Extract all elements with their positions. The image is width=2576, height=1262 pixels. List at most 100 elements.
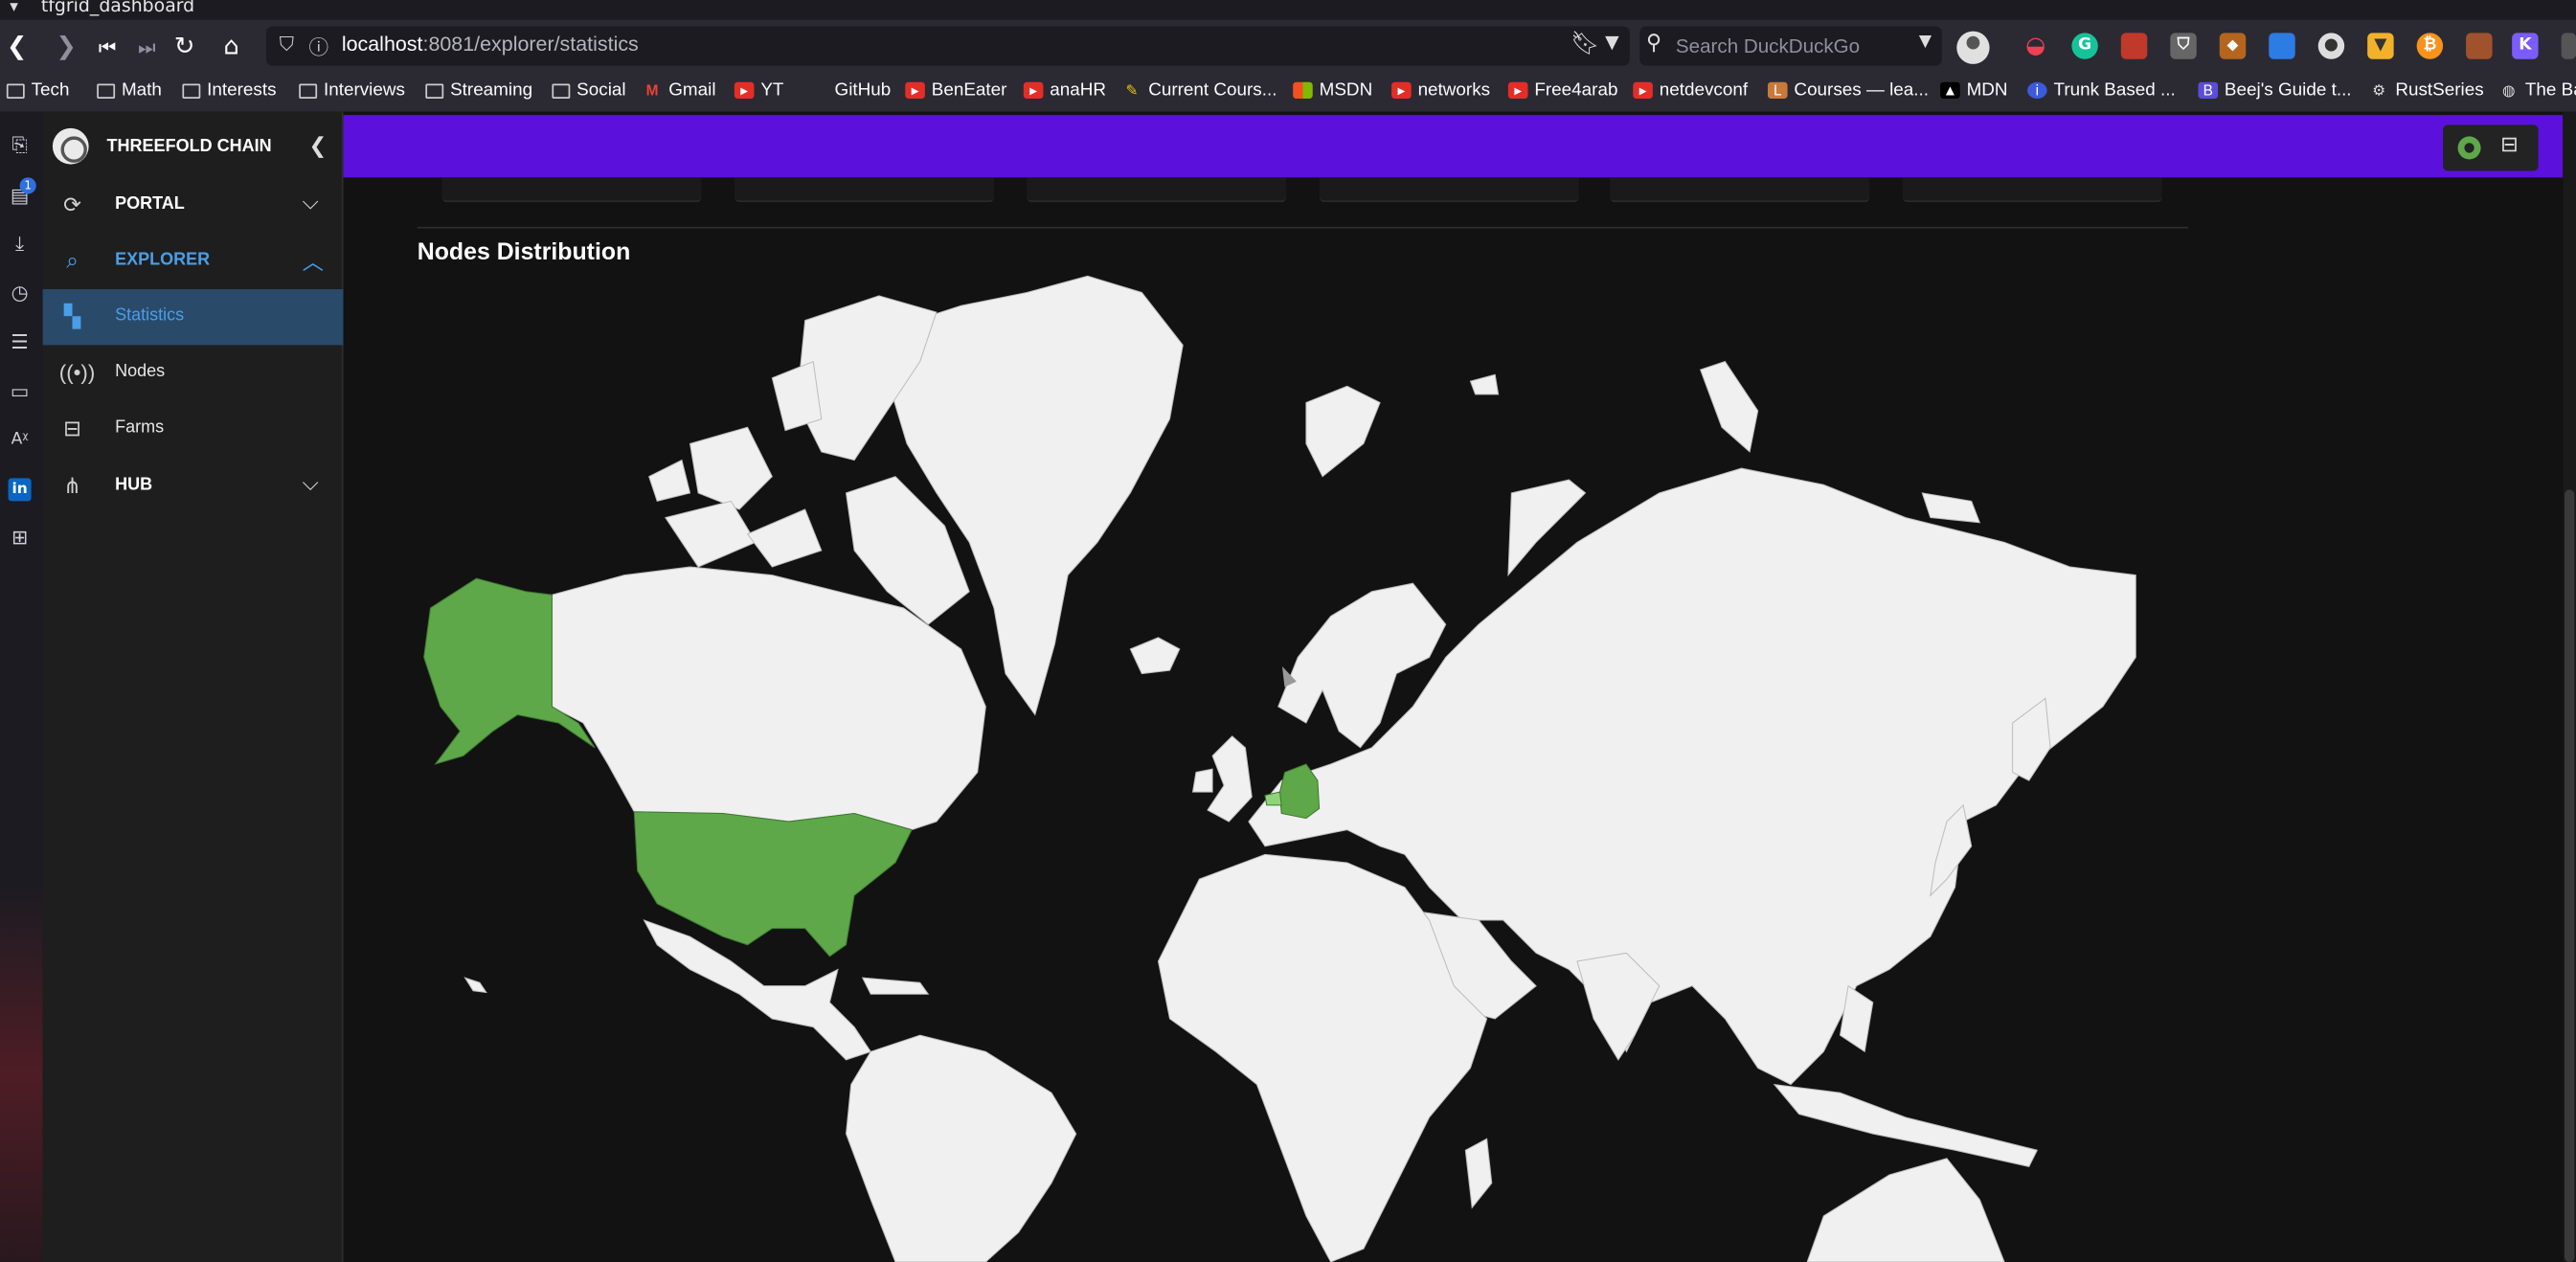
bookmark-label: Streaming [450,80,533,101]
search-icon: ⚲ [1646,31,1662,56]
bookmark-tech[interactable]: Tech [6,80,70,101]
extension-cookie-icon[interactable] [2466,33,2493,59]
bookmarks-sidebar-icon[interactable]: ⎘ [9,133,32,156]
farms-icon: ⊟ [63,416,81,440]
extension-overflow-icon[interactable] [2561,33,2576,59]
bookmark-beneater[interactable]: ▸ BenEater [905,80,1006,101]
search-box[interactable]: ⚲ Search DuckDuckGo ▼ [1639,26,1942,66]
map-indonesia [1773,1083,2039,1168]
url-dropdown-icon[interactable]: ▼ [1605,32,1619,53]
pocket-icon[interactable]: ◒ [2022,33,2048,58]
stat-card [1319,177,1579,203]
chevron-up-icon: ︿ [302,249,324,275]
forward-icon[interactable]: ❯ [56,33,77,58]
bookmark-netdevconf[interactable]: ▸ netdevconf [1633,80,1748,101]
app-menu-icon[interactable]: ▾ [10,0,18,16]
bookmark-interviews[interactable]: Interviews [299,80,405,101]
bookmark-label: Trunk Based ... [2053,80,2176,101]
youtube-icon: ▸ [1507,81,1528,99]
nav-nodes[interactable]: ((•)) Nodes [43,345,344,400]
bookmark-free4arab[interactable]: ▸ Free4arab [1507,80,1618,101]
microsoft-icon [1293,81,1313,99]
bookmark-interests[interactable]: Interests [182,80,277,101]
portal-icon: ⟳ [63,192,81,217]
extension-brave-icon[interactable]: ▼ [2367,33,2394,59]
extension-shield-icon[interactable]: ⛉ [2170,33,2197,59]
bookmark-label: Free4arab [1534,80,1618,101]
extension-blue-icon[interactable] [2269,33,2295,59]
first-page-icon[interactable]: ⏮ [99,34,117,60]
bookmark-rustseries[interactable]: ⚙ RustSeries [2369,80,2483,101]
nav-drawer: THREEFOLD CHAIN ❮ ⟳ PORTAL ⌵ ⌕ EXPLORER … [42,111,344,1262]
shield-icon[interactable]: ⛉ [280,33,294,57]
bookmark-streaming[interactable]: Streaming [425,80,532,101]
nav-portal[interactable]: ⟳ PORTAL ⌵ [43,177,344,233]
last-page-icon[interactable]: ⏭ [138,34,156,60]
extension-coin-icon[interactable]: ₿ [2416,33,2444,59]
reload-icon[interactable]: ↻ [174,33,195,58]
map-australia [1806,1158,2005,1262]
bookmark-trunk-based[interactable]: i Trunk Based ... [2027,80,2176,101]
extension-red-icon[interactable] [2120,33,2148,59]
extension-k-icon[interactable]: K [2512,33,2539,59]
nav-hub[interactable]: ⋔ HUB ⌵ [43,459,344,514]
collapse-drawer-icon[interactable]: ❮ [309,133,328,159]
bookmark-gmail[interactable]: M Gmail [643,80,716,101]
bookmark-courses-learn[interactable]: L Courses — lea... [1767,80,1929,101]
url-host: localhost [341,33,423,56]
notes-icon[interactable]: ☰ [9,330,32,353]
bookmark-mdn[interactable]: ▲ MDN [1940,80,2008,101]
bookmark-label: MDN [1966,80,2008,101]
history-icon[interactable]: ◷ [9,281,32,304]
bookmark-github[interactable]: GitHub [808,80,892,101]
nav-explorer[interactable]: ⌕ EXPLORER ︿ [43,234,344,289]
page-scrollbar[interactable] [2563,111,2576,1262]
map-arctic-isle [746,508,823,568]
bookmark-label: Tech [31,80,70,101]
search-dropdown-icon[interactable]: ▼ [1919,33,1932,51]
back-icon[interactable]: ❮ [7,33,28,58]
top-bar-actions: ⊟ [2443,124,2539,171]
home-icon[interactable]: ⌂ [223,33,238,58]
map-uk [1207,735,1253,823]
window-title: tfgrid_dashboard [40,0,195,17]
bookmark-anahr[interactable]: ▸ anaHR [1023,80,1106,101]
url-bar[interactable]: ⛉ ⓘ localhost:8081/explorer/statistics 🔖… [265,26,1630,66]
map-south-america [846,1034,1077,1262]
bookmark-social[interactable]: Social [552,80,626,101]
bookmark-label: YT [760,80,784,101]
translate-icon[interactable]: Aᵡ [9,429,32,452]
github-icon [808,82,828,99]
url-text[interactable]: localhost:8081/explorer/statistics [342,33,639,56]
download-icon[interactable]: ⤓ [9,232,32,255]
nav-label: PORTAL [115,193,185,214]
info-icon[interactable]: ⓘ [309,33,329,60]
bookmark-icon[interactable]: 🔖︎ [1570,32,1600,57]
bookmark-yt[interactable]: ▸ YT [734,80,784,101]
bookmark-the-ba[interactable]: ◍ The Ba [2498,80,2576,101]
extension-fox-icon[interactable]: ◆ [2219,33,2247,59]
linkedin-icon[interactable]: in [8,478,32,502]
stat-card [734,177,994,203]
status-indicator-icon[interactable] [2457,136,2481,160]
grammarly-icon[interactable]: G [2071,33,2098,59]
world-map [423,275,2136,1262]
map-ireland [1191,768,1213,793]
bookmark-networks[interactable]: ▸ networks [1391,80,1490,101]
wallet-icon[interactable]: ▭ [9,379,32,402]
bookmark-math[interactable]: Math [97,80,162,101]
scrollbar-thumb[interactable] [2565,489,2575,1262]
bookmark-msdn[interactable]: MSDN [1293,80,1372,101]
extension-circle-icon[interactable]: ● [2317,33,2345,59]
bookmark-current-courses[interactable]: ✎ Current Cours... [1122,80,1277,101]
nav-statistics[interactable]: ▚ Statistics [42,289,344,346]
bookmark-beej[interactable]: B Beej's Guide t... [2198,80,2352,101]
nav-farms[interactable]: ⊟ Farms [43,401,344,457]
notification-badge: 1 [19,177,36,194]
folder-icon [6,82,25,99]
add-panel-icon[interactable]: ⊞ [9,526,32,549]
bookmark-label: Beej's Guide t... [2224,80,2352,101]
account-avatar[interactable] [1956,31,1990,64]
network-icon[interactable]: ⊟ [2500,133,2519,158]
browser-toolbar: ❮ ❯ ⏮ ⏭ ↻ ⌂ ⛉ ⓘ localhost:8081/explorer/… [0,19,2576,73]
